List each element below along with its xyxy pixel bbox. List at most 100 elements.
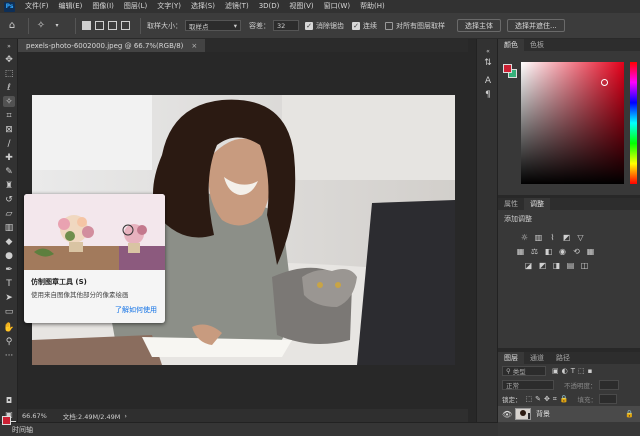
quick-mask-icon[interactable]: ◘ — [3, 395, 15, 406]
blend-mode-select[interactable]: 正常 — [502, 380, 554, 390]
opacity-input[interactable] — [598, 380, 619, 390]
threshold-icon[interactable]: ◨ — [552, 261, 561, 270]
blur-tool-icon[interactable]: ◆ — [3, 236, 15, 247]
clone-stamp-tool-icon[interactable]: ♜ — [3, 180, 15, 191]
character-icon[interactable]: A — [481, 75, 495, 87]
menu-view[interactable]: 视图(V) — [284, 0, 318, 13]
photo-filter-icon[interactable]: ◉ — [558, 247, 567, 256]
posterize-icon[interactable]: ◩ — [538, 261, 547, 270]
curves-icon[interactable]: ⌇ — [548, 233, 557, 242]
menu-image[interactable]: 图像(I) — [87, 0, 119, 13]
sample-size-select[interactable]: 取样点 ▾ — [185, 20, 241, 31]
invert-icon[interactable]: ◪ — [524, 261, 533, 270]
marquee-tool-icon[interactable]: ⬚ — [3, 68, 15, 79]
close-icon[interactable]: × — [191, 42, 197, 50]
add-selection-icon[interactable] — [95, 21, 104, 30]
learn-how-link[interactable]: 了解如何使用 — [24, 299, 165, 315]
dodge-tool-icon[interactable]: ● — [3, 250, 15, 261]
magic-wand-tool-icon[interactable]: ✧ — [3, 96, 15, 107]
brightness-icon[interactable]: ☼ — [520, 233, 529, 242]
type-tool-icon[interactable]: T — [3, 278, 15, 289]
brush-tool-icon[interactable]: ✎ — [3, 166, 15, 177]
menu-help[interactable]: 帮助(H) — [355, 0, 390, 13]
history-brush-tool-icon[interactable]: ↺ — [3, 194, 15, 205]
menu-file[interactable]: 文件(F) — [20, 0, 54, 13]
frame-tool-icon[interactable]: ⊠ — [3, 124, 15, 135]
foreground-color-swatch[interactable] — [2, 416, 11, 425]
menu-select[interactable]: 选择(S) — [186, 0, 220, 13]
tab-color[interactable]: 颜色 — [498, 39, 524, 51]
gradient-tool-icon[interactable]: ▥ — [3, 222, 15, 233]
paragraph-icon[interactable]: ¶ — [481, 89, 495, 101]
menu-layer[interactable]: 图层(L) — [119, 0, 152, 13]
select-subject-button[interactable]: 选择主体 — [457, 19, 501, 32]
tab-adjustments[interactable]: 调整 — [524, 198, 550, 210]
layer-kind-filter[interactable]: ⚲ 类型 — [502, 366, 546, 376]
zoom-tool-icon[interactable]: ⚲ — [3, 336, 15, 347]
document-tab[interactable]: pexels-photo-6002000.jpeg @ 66.7%(RGB/8)… — [18, 39, 206, 52]
subtract-selection-icon[interactable] — [108, 21, 117, 30]
eraser-tool-icon[interactable]: ▱ — [3, 208, 15, 219]
pen-tool-icon[interactable]: ✒ — [3, 264, 15, 275]
tab-layers[interactable]: 图层 — [498, 352, 524, 364]
separator — [28, 17, 29, 34]
chevron-down-icon[interactable]: ▾ — [51, 20, 63, 32]
path-selection-tool-icon[interactable]: ➤ — [3, 292, 15, 303]
exposure-icon[interactable]: ◩ — [562, 233, 571, 242]
color-lookup-icon[interactable]: ▦ — [586, 247, 595, 256]
foreground-color-swatch[interactable] — [503, 64, 512, 73]
intersect-selection-icon[interactable] — [121, 21, 130, 30]
contiguous-checkbox[interactable]: ✓ — [352, 21, 360, 30]
tab-properties[interactable]: 属性 — [498, 198, 524, 210]
hand-tool-icon[interactable]: ✋ — [3, 322, 15, 333]
color-picker-field[interactable] — [521, 62, 624, 184]
levels-icon[interactable]: ▥ — [534, 233, 543, 242]
lock-icons[interactable]: ⬚✎✥⌗🔒 — [526, 395, 572, 404]
layer-row[interactable]: 👁 背景 🔒 — [498, 406, 640, 422]
color-picker-handle[interactable] — [601, 79, 608, 86]
menu-filter[interactable]: 滤镜(T) — [220, 0, 254, 13]
crop-tool-icon[interactable]: ⌗ — [3, 110, 15, 121]
magic-wand-icon[interactable]: ✧ — [35, 20, 47, 32]
filter-icons[interactable]: ▣◐T⬚▪ — [552, 367, 595, 375]
healing-brush-tool-icon[interactable]: ✚ — [3, 152, 15, 163]
vibrance-icon[interactable]: ▽ — [576, 233, 585, 242]
timeline-panel-tab[interactable]: 时间轴 — [0, 422, 498, 436]
hue-slider[interactable] — [630, 62, 637, 184]
status-arrow-icon[interactable]: › — [124, 412, 127, 420]
new-selection-icon[interactable] — [82, 21, 91, 30]
home-icon[interactable]: ⌂ — [6, 20, 18, 32]
fill-input[interactable] — [599, 394, 618, 404]
sample-all-layers-checkbox[interactable] — [385, 21, 393, 30]
more-tools-icon[interactable]: ··· — [3, 350, 15, 361]
gradient-map-icon[interactable]: ▤ — [566, 261, 575, 270]
black-white-icon[interactable]: ◧ — [544, 247, 553, 256]
selective-color-icon[interactable]: ◫ — [580, 261, 589, 270]
antialias-checkbox[interactable]: ✓ — [305, 21, 313, 30]
menu-type[interactable]: 文字(Y) — [152, 0, 186, 13]
collapse-icon[interactable]: » — [3, 41, 15, 52]
tooltip-preview-image — [24, 194, 165, 270]
channel-mixer-icon[interactable]: ⟲ — [572, 247, 581, 256]
tab-channels[interactable]: 通道 — [524, 352, 550, 364]
menu-3d[interactable]: 3D(D) — [254, 0, 285, 13]
libraries-icon[interactable]: ⇅ — [481, 57, 495, 69]
color-balance-icon[interactable]: ⚖ — [530, 247, 539, 256]
menu-bar: Ps 文件(F) 编辑(E) 图像(I) 图层(L) 文字(Y) 选择(S) 滤… — [0, 0, 640, 13]
blend-row: 正常 不透明度： — [498, 378, 640, 392]
collapse-icon[interactable]: « — [481, 45, 495, 57]
eyedropper-tool-icon[interactable]: ∕ — [3, 138, 15, 149]
menu-edit[interactable]: 编辑(E) — [54, 0, 88, 13]
tab-paths[interactable]: 路径 — [550, 352, 576, 364]
tolerance-input[interactable]: 32 — [273, 20, 299, 31]
adjustments-panel: 属性 调整 添加调整 ☼ ▥ ⌇ ◩ ▽ ▦ ⚖ ◧ ◉ ⟲ ▦ ◪ ◩ ◨ ▤… — [498, 198, 640, 348]
lasso-tool-icon[interactable]: ℓ — [3, 82, 15, 93]
tab-swatches[interactable]: 色板 — [524, 39, 550, 51]
menu-window[interactable]: 窗口(W) — [319, 0, 355, 13]
rectangle-tool-icon[interactable]: ▭ — [3, 306, 15, 317]
hue-saturation-icon[interactable]: ▦ — [516, 247, 525, 256]
select-and-mask-button[interactable]: 选择并遮住... — [507, 19, 565, 32]
eye-icon[interactable]: 👁 — [502, 410, 512, 419]
zoom-level[interactable]: 66.67% — [22, 412, 47, 420]
move-tool-icon[interactable]: ✥ — [3, 54, 15, 65]
